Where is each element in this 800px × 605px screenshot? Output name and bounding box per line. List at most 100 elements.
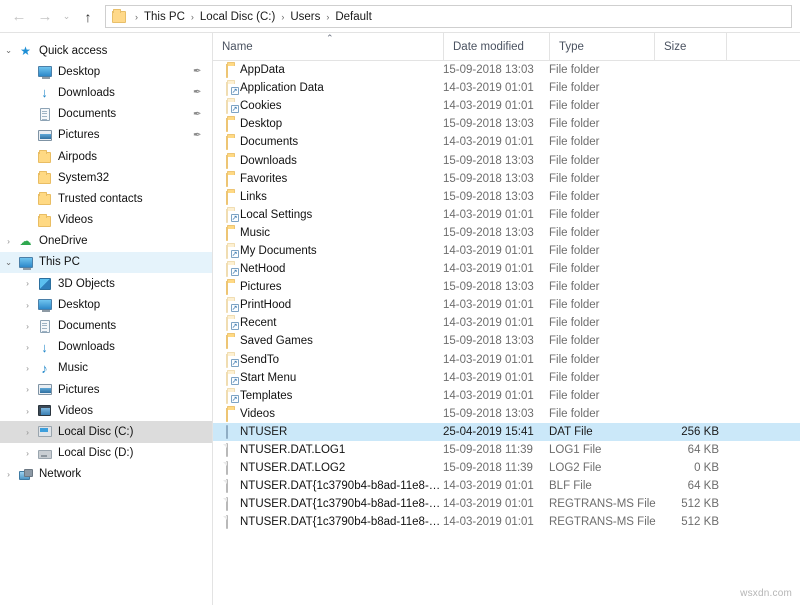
file-type: File folder [549,155,654,167]
chevron-right-icon[interactable]: › [0,470,17,479]
sidebar-item-system32[interactable]: System32 [0,167,212,188]
sidebar-item-desktop[interactable]: ›Desktop [0,294,212,315]
chevron-right-icon[interactable]: › [19,343,36,352]
file-list-row[interactable]: Downloads15-09-2018 13:03File folder [213,151,800,169]
sidebar-item-trusted-contacts[interactable]: Trusted contacts [0,188,212,209]
file-list[interactable]: AppData15-09-2018 13:03File folder↗Appli… [213,61,800,531]
sidebar-item-label: Local Disc (D:) [58,447,133,459]
sidebar-item-videos[interactable]: ›Videos [0,400,212,421]
sidebar-item-pictures[interactable]: Pictures✒ [0,125,212,146]
file-list-row[interactable]: ↗Templates14-03-2019 01:01File folder [213,387,800,405]
chevron-right-icon[interactable]: › [19,407,36,416]
shortcut-overlay-icon: ↗ [231,105,239,113]
file-list-row[interactable]: ↗Cookies14-03-2019 01:01File folder [213,97,800,115]
sidebar-item-music[interactable]: ›♪Music [0,358,212,379]
file-date-modified: 14-03-2019 01:01 [443,317,549,329]
file-list-row[interactable]: Videos15-09-2018 13:03File folder [213,405,800,423]
breadcrumb-item-1[interactable]: Local Disc (C:) [200,11,275,23]
file-list-row[interactable]: NTUSER.DAT.LOG215-09-2018 11:39LOG2 File… [213,459,800,477]
file-list-pane[interactable]: Name ⌃ Date modified Type Size AppData15… [213,33,800,605]
sidebar-item-documents[interactable]: Documents✒ [0,104,212,125]
file-list-row[interactable]: NTUSER.DAT{1c3790b4-b8ad-11e8-aa21-...14… [213,477,800,495]
file-list-row[interactable]: Links15-09-2018 13:03File folder [213,188,800,206]
monitor-icon [17,255,34,270]
navigation-pane[interactable]: ⌄★Quick accessDesktop✒↓Downloads✒Documen… [0,33,213,605]
file-list-row[interactable]: Music15-09-2018 13:03File folder [213,224,800,242]
sidebar-item-network[interactable]: ›Network [0,464,212,485]
file-name: Local Settings [240,209,443,221]
chevron-right-icon[interactable]: › [19,301,36,310]
sidebar-item-local-disc-d[interactable]: › Local Disc (D:) [0,443,212,464]
column-header-type[interactable]: Type [549,33,654,61]
file-type: REGTRANS-MS File [549,498,654,510]
video-icon [36,403,53,418]
sidebar-item-onedrive[interactable]: ›☁OneDrive [0,231,212,252]
file-list-row[interactable]: Pictures15-09-2018 13:03File folder [213,278,800,296]
file-date-modified: 15-09-2018 13:03 [443,227,549,239]
up-one-level-button[interactable]: ↑ [75,9,101,25]
file-list-row[interactable]: ↗Local Settings14-03-2019 01:01File fold… [213,206,800,224]
sidebar-item-documents[interactable]: ›Documents [0,315,212,336]
sidebar-item-3d-objects[interactable]: ›3D Objects [0,273,212,294]
sidebar-item-local-disc-c[interactable]: ›Local Disc (C:) [0,421,212,442]
forward-button[interactable]: → [32,4,58,30]
file-list-row[interactable]: Saved Games15-09-2018 13:03File folder [213,332,800,350]
sidebar-item-airpods[interactable]: Airpods [0,146,212,167]
chevron-right-icon[interactable]: › [19,385,36,394]
file-date-modified: 15-09-2018 11:39 [443,444,549,456]
file-size: 0 KB [654,462,726,474]
file-list-row[interactable]: AppData15-09-2018 13:03File folder [213,61,800,79]
file-name: Documents [240,136,443,148]
sidebar-item-downloads[interactable]: ↓Downloads✒ [0,82,212,103]
file-list-row[interactable]: Favorites15-09-2018 13:03File folder [213,170,800,188]
pin-icon[interactable]: ✒ [193,67,202,76]
back-button[interactable]: ← [6,4,32,30]
file-list-row[interactable]: NTUSER.DAT{1c3790b4-b8ad-11e8-aa21-...14… [213,495,800,513]
sidebar-item-this-pc[interactable]: ⌄This PC [0,252,212,273]
chevron-right-icon[interactable]: › [19,428,36,437]
file-list-row[interactable]: ↗My Documents14-03-2019 01:01File folder [213,242,800,260]
file-list-row[interactable]: ↗NetHood14-03-2019 01:01File folder [213,260,800,278]
file-list-row[interactable]: ↗Start Menu14-03-2019 01:01File folder [213,369,800,387]
chevron-down-icon[interactable]: ⌄ [0,258,17,267]
file-date-modified: 14-03-2019 01:01 [443,82,549,94]
folder-icon [213,227,240,239]
chevron-right-icon[interactable]: › [19,449,36,458]
file-date-modified: 14-03-2019 01:01 [443,245,549,257]
breadcrumb-item-3[interactable]: Default [335,11,371,23]
sidebar-item-downloads[interactable]: ›↓Downloads [0,337,212,358]
sidebar-item-quick-access[interactable]: ⌄★Quick access [0,40,212,61]
file-list-row[interactable]: Desktop15-09-2018 13:03File folder [213,115,800,133]
chevron-right-icon[interactable]: › [19,364,36,373]
pin-icon[interactable]: ✒ [193,131,202,140]
chevron-right-icon[interactable]: › [19,279,36,288]
sidebar-item-pictures[interactable]: ›Pictures [0,379,212,400]
chevron-down-icon[interactable]: ⌄ [0,46,17,55]
pin-icon[interactable]: ✒ [193,110,202,119]
folder-shortcut-icon: ↗ [213,263,240,275]
sidebar-item-desktop[interactable]: Desktop✒ [0,61,212,82]
sidebar-item-label: System32 [58,172,109,184]
file-list-row[interactable]: ↗SendTo14-03-2019 01:01File folder [213,351,800,369]
column-header-date-modified[interactable]: Date modified [443,33,549,61]
column-header-name-label: Name [222,41,253,53]
chevron-right-icon[interactable]: › [19,322,36,331]
file-date-modified: 14-03-2019 01:01 [443,480,549,492]
file-list-row[interactable]: Documents14-03-2019 01:01File folder [213,133,800,151]
file-list-row[interactable]: ↗Recent14-03-2019 01:01File folder [213,314,800,332]
recent-locations-button[interactable]: ⌄ [58,11,75,22]
file-list-row[interactable]: NTUSER.DAT.LOG115-09-2018 11:39LOG1 File… [213,441,800,459]
sidebar-item-videos[interactable]: Videos [0,210,212,231]
pin-icon[interactable]: ✒ [193,88,202,97]
column-header-name[interactable]: Name ⌃ [213,33,443,61]
file-list-row[interactable]: ↗Application Data14-03-2019 01:01File fo… [213,79,800,97]
file-type: File folder [549,209,654,221]
breadcrumb-item-0[interactable]: This PC [144,11,185,23]
column-header-size[interactable]: Size [654,33,726,61]
file-list-row[interactable]: NTUSER25-04-2019 15:41DAT File256 KB [213,423,800,441]
file-list-row[interactable]: ↗PrintHood14-03-2019 01:01File folder [213,296,800,314]
breadcrumb-item-2[interactable]: Users [290,11,320,23]
address-bar[interactable]: ›This PC›Local Disc (C:)›Users›Default [105,5,792,28]
chevron-right-icon[interactable]: › [0,237,17,246]
file-list-row[interactable]: NTUSER.DAT{1c3790b4-b8ad-11e8-aa21-...14… [213,513,800,531]
